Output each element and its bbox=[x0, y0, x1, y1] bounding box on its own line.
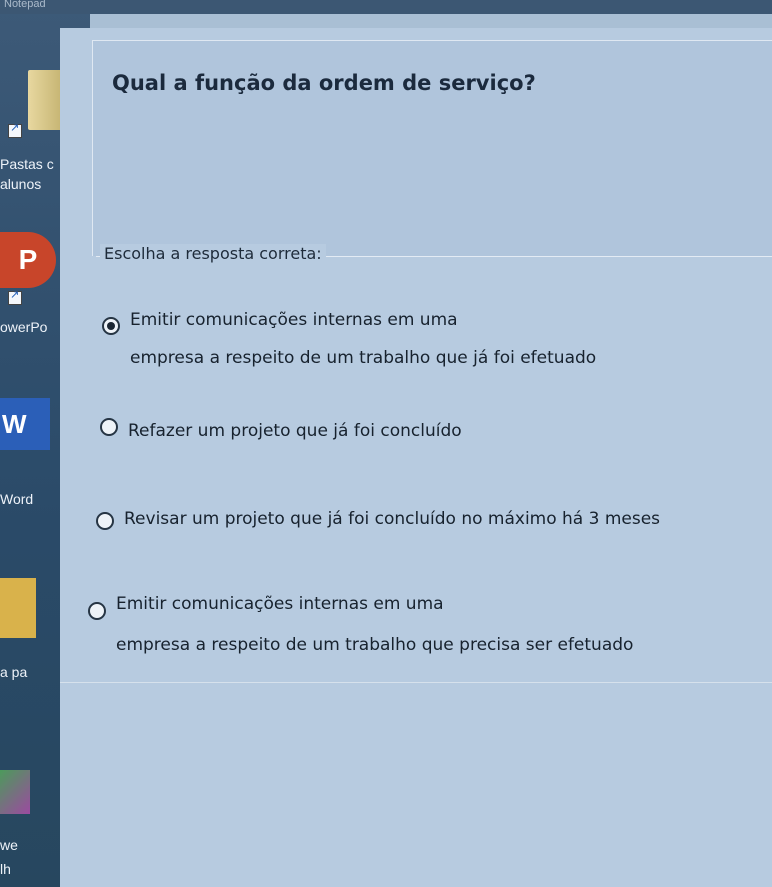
desktop-label-word[interactable]: Word bbox=[0, 490, 33, 508]
option-2-radio[interactable] bbox=[100, 418, 118, 436]
option-4-line2[interactable]: empresa a respeito de um trabalho que pr… bbox=[116, 633, 633, 657]
question-text: Qual a função da ordem de serviço? bbox=[112, 71, 536, 95]
desktop-label-powerpoint[interactable]: owerPo bbox=[0, 318, 47, 336]
option-1-line2[interactable]: empresa a respeito de um trabalho que já… bbox=[130, 346, 596, 370]
option-2-line1[interactable]: Refazer um projeto que já foi concluído bbox=[128, 419, 462, 443]
desktop-label-lh[interactable]: lh bbox=[0, 860, 11, 878]
bottom-divider bbox=[60, 682, 772, 683]
desktop-label-alunos[interactable]: alunos bbox=[0, 175, 41, 193]
quiz-panel: Qual a função da ordem de serviço? bbox=[60, 28, 772, 887]
title-bar: Notepad bbox=[0, 0, 772, 14]
folder-icon[interactable] bbox=[0, 578, 36, 638]
option-3-radio[interactable] bbox=[96, 512, 114, 530]
powerpoint-icon[interactable]: P bbox=[0, 232, 56, 288]
option-4-radio[interactable] bbox=[88, 602, 106, 620]
option-3-line1[interactable]: Revisar um projeto que já foi concluído … bbox=[124, 507, 660, 531]
word-icon[interactable]: W bbox=[0, 398, 50, 450]
app-icon[interactable] bbox=[0, 770, 30, 814]
instruction-text: Escolha a resposta correta: bbox=[100, 244, 326, 263]
desktop-label-apa[interactable]: a pa bbox=[0, 663, 27, 681]
shortcut-arrow-icon bbox=[8, 121, 22, 138]
title-bar-text: Notepad bbox=[4, 0, 46, 10]
shortcut-arrow-icon bbox=[8, 288, 22, 305]
desktop-label-pastas[interactable]: Pastas c bbox=[0, 155, 54, 173]
option-4-line1[interactable]: Emitir comunicações internas em uma bbox=[116, 592, 444, 616]
desktop-label-we[interactable]: we bbox=[0, 836, 18, 854]
option-1-radio[interactable] bbox=[102, 317, 120, 335]
option-1-line1[interactable]: Emitir comunicações internas em uma bbox=[130, 308, 458, 332]
